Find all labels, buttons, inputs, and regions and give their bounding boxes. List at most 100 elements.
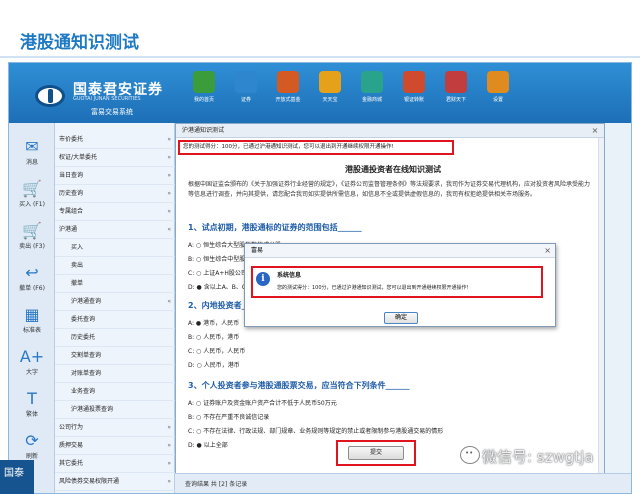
answer-option[interactable]: C: ○ 人民币，人民币 bbox=[188, 346, 245, 357]
nav-item-label: 历史查询 bbox=[59, 190, 84, 197]
nav-item-label: 交割单查询 bbox=[71, 352, 102, 359]
nav-item-label: 市价委托 bbox=[59, 136, 84, 143]
left-button-2[interactable]: 🛒 卖出 (F3) bbox=[11, 221, 53, 255]
answer-option[interactable]: A: ● 港币，人民币 bbox=[188, 318, 239, 329]
nav-item[interactable]: 历史查询 » bbox=[55, 185, 175, 203]
alert-titlebar: 富易 × bbox=[245, 244, 555, 258]
corner-logo: 国泰 bbox=[0, 460, 34, 494]
answer-option-text: B: ○ 不存在严重不良诚信记录 bbox=[188, 414, 270, 421]
toolbar-button-6[interactable]: 君财天下 bbox=[437, 69, 475, 121]
title-divider bbox=[0, 56, 640, 58]
nav-expand-icon: » bbox=[167, 478, 171, 485]
left-button-5[interactable]: A+ 大字 bbox=[11, 347, 53, 381]
toolbar-button-0[interactable]: 我的首页 bbox=[185, 69, 223, 121]
dialog-close-icon[interactable]: × bbox=[590, 124, 600, 138]
toolbar-label: 我的首页 bbox=[193, 97, 214, 103]
answer-option[interactable]: C: ○ 不存在法律、行政法规、部门规章、业务规则等规定的禁止或者限制参与港股通… bbox=[188, 426, 443, 437]
questionnaire-intro: 根据中国证监会颁布的《关于加强证券行业经营的规定》，《证券公司监督管理条例》等法… bbox=[188, 181, 591, 198]
toolbar-label: 设置 bbox=[492, 97, 503, 103]
left-button-4[interactable]: ▦ 标准表 bbox=[11, 305, 53, 339]
alert-close-icon[interactable]: × bbox=[544, 244, 551, 258]
nav-expand-icon: » bbox=[167, 136, 171, 143]
left-button-6[interactable]: T 繁体 bbox=[11, 389, 53, 423]
left-button-label: 标准表 bbox=[22, 327, 41, 334]
toolbar-button-1[interactable]: 证券 bbox=[227, 69, 265, 121]
answer-option[interactable]: D: ○ 人民币，港币 bbox=[188, 360, 240, 371]
left-button-0[interactable]: ✉ 消息 bbox=[11, 137, 53, 171]
answer-option[interactable]: B: ○ 人民币，港币 bbox=[188, 332, 239, 343]
nav-item[interactable]: 历史委托 bbox=[55, 329, 175, 347]
left-button-1[interactable]: 🛒 买入 (F1) bbox=[11, 179, 53, 213]
refresh-icon: ⟳ bbox=[25, 431, 39, 450]
fund-icon bbox=[277, 71, 299, 93]
nav-expand-icon: « bbox=[167, 226, 171, 233]
font-size-icon: A+ bbox=[19, 347, 45, 366]
nav-item-label: 委托查询 bbox=[71, 316, 96, 323]
toolbar-label: 金融商城 bbox=[361, 97, 382, 103]
function-nav-tree: 市价委托» 权证/大单委托» 当日查询» 历史查询» 专属组合» 沪港通 «买入 卖出 撤单 沪港… bbox=[55, 123, 175, 493]
nav-item-label: 其它委托 bbox=[59, 460, 84, 467]
system-alert-dialog: 富易 × i 系统信息 您的测试得分：100分，已通过沪港通知识测试，您可以退出… bbox=[244, 243, 556, 327]
answer-option-text: D: ● 以上全部 bbox=[188, 442, 228, 449]
nav-item[interactable]: 对账单查询 bbox=[55, 365, 175, 383]
nav-item[interactable]: 卖出 bbox=[55, 257, 175, 275]
answer-option-text: C: ○ 不存在法律、行政法规、部门规章、业务规则等规定的禁止或者限制参与港股通… bbox=[188, 428, 444, 435]
nav-item[interactable]: 委托查询 bbox=[55, 311, 175, 329]
dialog-scrollbar[interactable] bbox=[598, 138, 604, 474]
left-button-label: 刷新 bbox=[25, 453, 38, 460]
nav-expand-icon: » bbox=[167, 190, 171, 197]
alert-message-highlight: i 系统信息 您的测试得分：100分，已通过沪港通知识测试，您可以退出到开通继续… bbox=[251, 266, 543, 298]
toolbar-label: 天天宝 bbox=[322, 97, 338, 103]
toolbar-button-3[interactable]: 天天宝 bbox=[311, 69, 349, 121]
alert-ok-button[interactable]: 确定 bbox=[384, 312, 418, 324]
nav-item-label: 沪港通投票查询 bbox=[71, 406, 114, 413]
answer-option-text: A: ● 港币，人民币 bbox=[188, 320, 240, 327]
nav-item[interactable]: 公司行为 » bbox=[55, 419, 175, 437]
nav-item[interactable]: 业务查询 bbox=[55, 383, 175, 401]
nav-item[interactable]: 质押交易 » bbox=[55, 437, 175, 455]
nav-item-label: 业务查询 bbox=[71, 388, 96, 395]
nav-item[interactable]: 其它委托 » bbox=[55, 455, 175, 473]
nav-item[interactable]: 权证/大单委托 » bbox=[55, 149, 175, 167]
nav-item[interactable]: 风险债券交易权限开通 » bbox=[55, 473, 175, 491]
toolbar-button-7[interactable]: 设置 bbox=[479, 69, 517, 121]
dialog-titlebar: 沪港通知识测试 × bbox=[176, 124, 604, 138]
toolbar-button-2[interactable]: 开放式基金 bbox=[269, 69, 307, 121]
nav-item[interactable]: 沪港通 « bbox=[55, 221, 175, 239]
toolbar-button-4[interactable]: 金融商城 bbox=[353, 69, 391, 121]
dialog-title: 沪港通知识测试 bbox=[182, 127, 225, 134]
nav-item-label: 公司行为 bbox=[59, 424, 84, 431]
watermark: 微信号: szwgtja bbox=[482, 448, 594, 466]
nav-item-label: 撤单 bbox=[71, 280, 84, 287]
toolbar-label: 开放式基金 bbox=[275, 97, 301, 103]
top-banner: 国泰君安证券 GUOTAI JUNAN SECURITIES 富易交易系统 我的… bbox=[9, 63, 631, 123]
bag-icon bbox=[319, 71, 341, 93]
nav-item[interactable]: 买入 bbox=[55, 239, 175, 257]
alert-message: 您的测试得分：100分，已通过沪港通知识测试，您可以退出到开通继续权限开通操作! bbox=[277, 285, 469, 291]
nav-item[interactable]: 沪港通查询 « bbox=[55, 293, 175, 311]
slide-title: 港股通知识测试 bbox=[20, 33, 139, 53]
left-button-3[interactable]: ↩ 撤单 (F6) bbox=[11, 263, 53, 297]
answer-option[interactable]: A: ○ 证券账户及资金账户资产合计不低于人民币50万元 bbox=[188, 398, 337, 409]
chart-icon bbox=[235, 71, 257, 93]
nav-item[interactable]: 撤单 bbox=[55, 275, 175, 293]
toolbar-label: 君财天下 bbox=[445, 97, 466, 103]
nav-item[interactable]: 当日查询 » bbox=[55, 167, 175, 185]
info-icon: i bbox=[256, 272, 270, 286]
nav-item[interactable]: 市价委托 » bbox=[55, 131, 175, 149]
nav-expand-icon: « bbox=[167, 298, 171, 305]
answer-option[interactable]: D: ● 以上全部 bbox=[188, 440, 228, 451]
answer-option[interactable]: B: ○ 不存在严重不良诚信记录 bbox=[188, 412, 269, 423]
home-icon bbox=[193, 71, 215, 93]
nav-item[interactable]: 专属组合 » bbox=[55, 203, 175, 221]
toolbar-button-5[interactable]: 银证转账 bbox=[395, 69, 433, 121]
nav-item[interactable]: 交割单查询 bbox=[55, 347, 175, 365]
submit-button[interactable]: 提交 bbox=[348, 446, 404, 460]
brand-logo-icon bbox=[35, 85, 65, 107]
left-button-label: 撤单 (F6) bbox=[19, 285, 45, 292]
test-result-banner: 您的测试得分：100分，已通过沪港通知识测试，您可以退出到开通继续权限开通操作! bbox=[178, 140, 454, 155]
grid-icon: ▦ bbox=[24, 305, 40, 324]
sell-icon: 🛒 bbox=[22, 221, 42, 240]
nav-item[interactable]: 沪港通投票查询 bbox=[55, 401, 175, 419]
nav-item-label: 专属组合 bbox=[59, 208, 84, 215]
